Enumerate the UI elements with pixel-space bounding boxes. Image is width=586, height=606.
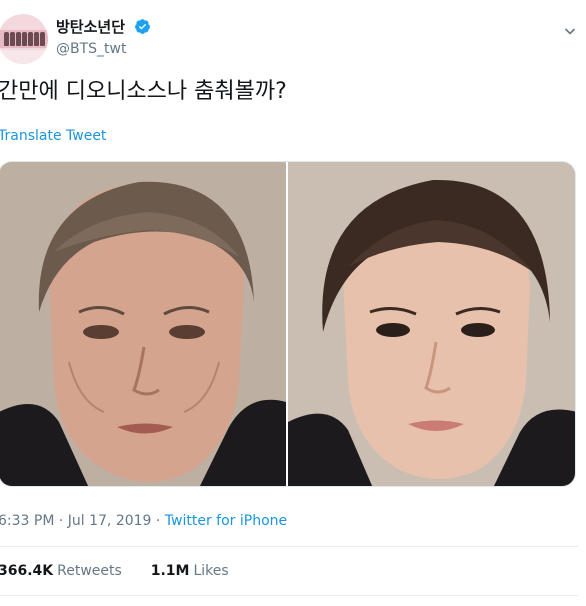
photo-left[interactable] xyxy=(0,162,286,486)
timestamp[interactable]: 6:33 PM · Jul 17, 2019 · xyxy=(0,513,165,529)
author-names: 방탄소년단 @BTS_twt xyxy=(56,16,151,57)
tweet-text: 간만에 디오니소스나 춤춰볼까? xyxy=(0,79,287,104)
engagement-stats: 366.4K Retweets 1.1M Likes xyxy=(0,563,229,579)
source-link[interactable]: Twitter for iPhone xyxy=(165,513,287,529)
photo-right[interactable] xyxy=(288,162,575,486)
likes-stat[interactable]: 1.1M Likes xyxy=(151,563,229,579)
divider xyxy=(0,546,578,547)
retweets-count: 366.4K xyxy=(0,563,54,579)
verified-badge-icon xyxy=(134,18,151,35)
chevron-down-icon[interactable] xyxy=(564,22,576,35)
display-name[interactable]: 방탄소년단 xyxy=(56,16,125,37)
retweets-label: Retweets xyxy=(57,563,122,579)
avatar[interactable] xyxy=(0,14,48,64)
tweet-metadata: 6:33 PM · Jul 17, 2019 · Twitter for iPh… xyxy=(0,513,287,529)
translate-tweet-link[interactable]: Translate Tweet xyxy=(0,128,106,144)
tweet-media[interactable] xyxy=(0,161,576,487)
retweets-stat[interactable]: 366.4K Retweets xyxy=(0,563,126,579)
divider xyxy=(0,595,578,596)
tweet-header: 방탄소년단 @BTS_twt xyxy=(0,8,586,64)
likes-label: Likes xyxy=(193,563,229,579)
likes-count: 1.1M xyxy=(150,563,190,579)
handle[interactable]: @BTS_twt xyxy=(56,41,151,57)
